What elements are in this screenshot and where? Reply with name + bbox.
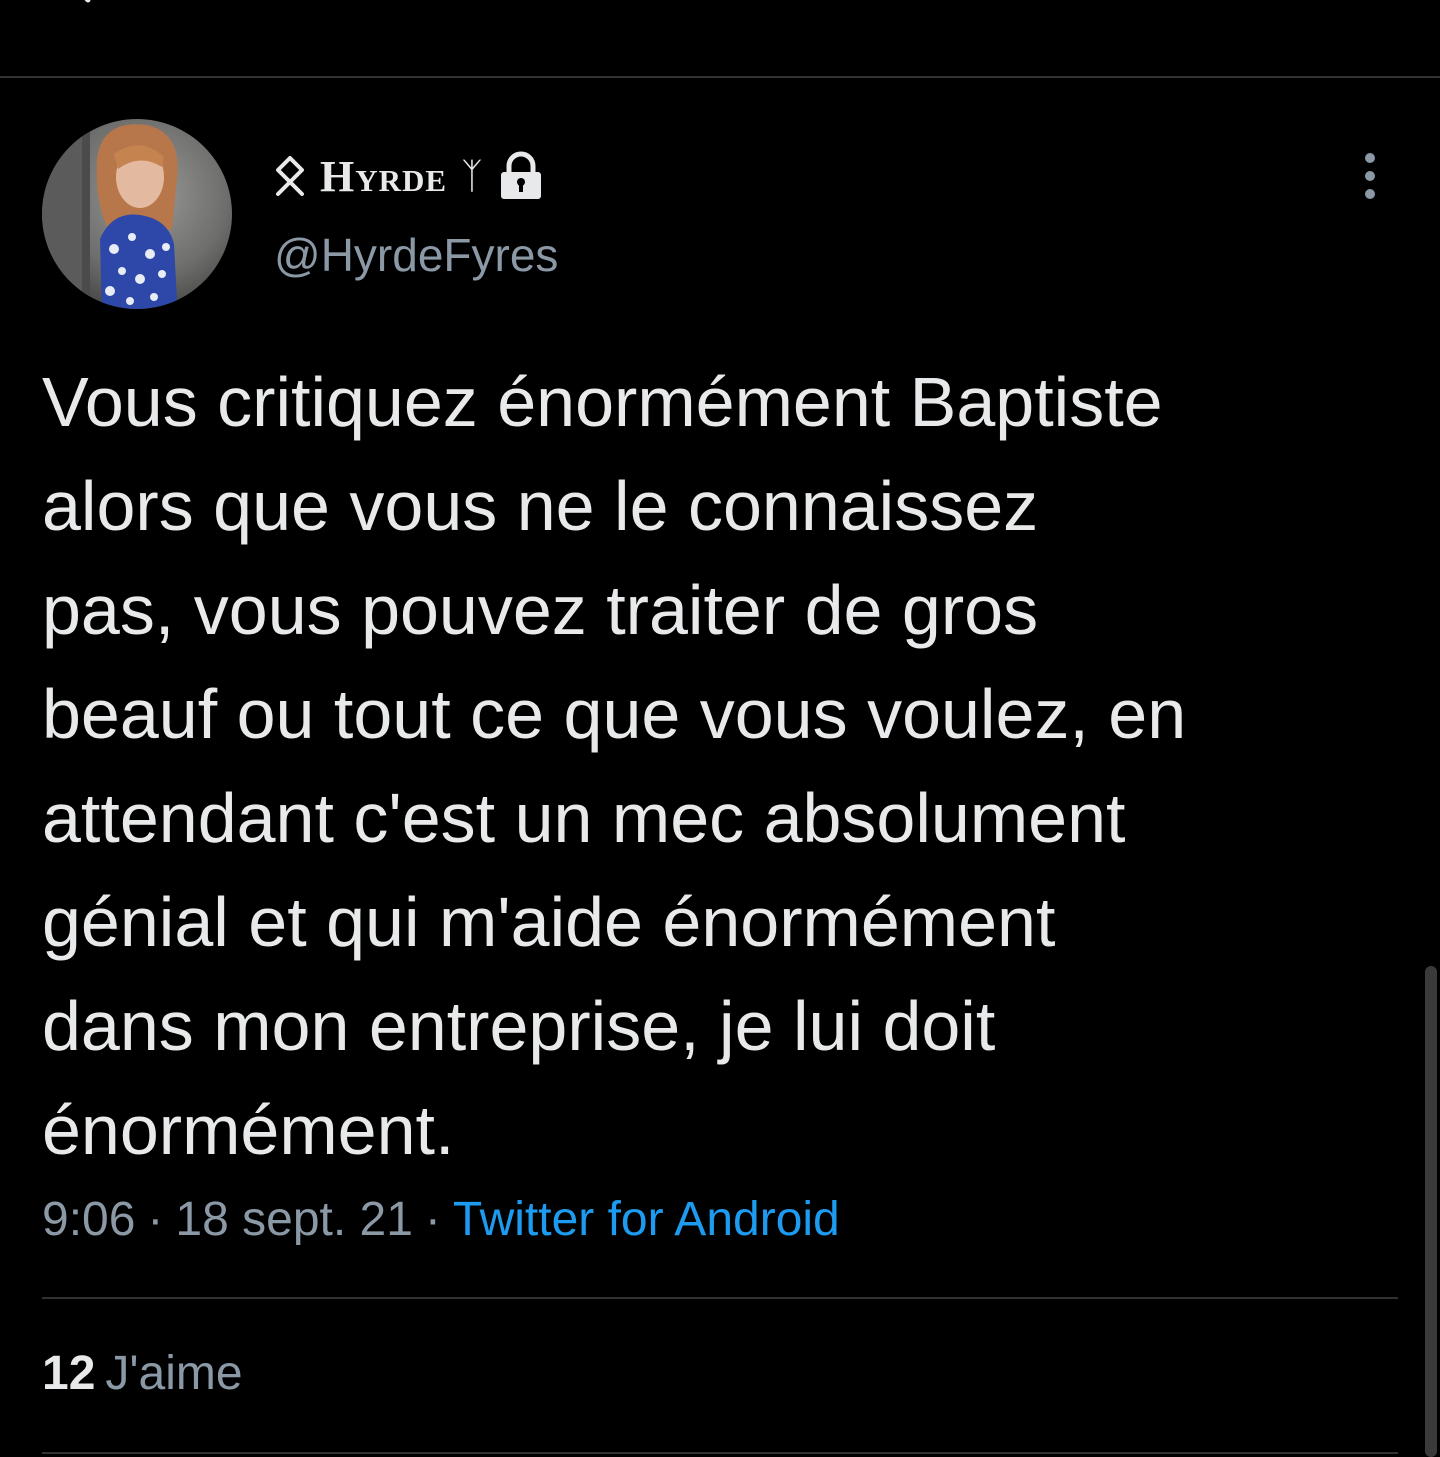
display-name: Hyrde xyxy=(320,151,448,201)
top-bar: Tweet xyxy=(0,0,1440,78)
likes-label: J'aime xyxy=(105,1347,243,1400)
page-title: Tweet xyxy=(262,0,439,8)
meta-separator: · xyxy=(147,1193,164,1246)
othala-rune-icon xyxy=(276,156,304,196)
meta-separator: · xyxy=(424,1193,441,1246)
divider xyxy=(42,1452,1398,1454)
scrollbar[interactable] xyxy=(1425,966,1437,1457)
lock-icon xyxy=(500,151,541,199)
author-name[interactable]: Hyrde ᛉ xyxy=(272,146,545,206)
likes-stat[interactable]: 12 J'aime xyxy=(42,1346,243,1401)
author-handle[interactable]: @HyrdeFyres xyxy=(274,228,558,282)
avatar-photo xyxy=(42,119,232,309)
tweet-time[interactable]: 9:06 xyxy=(42,1193,135,1246)
arrow-left-icon[interactable] xyxy=(60,0,120,12)
tweet-source-link[interactable]: Twitter for Android xyxy=(453,1193,840,1246)
tweet-date[interactable]: 18 sept. 21 xyxy=(175,1193,413,1246)
more-vertical-icon[interactable] xyxy=(1350,150,1390,202)
avatar[interactable] xyxy=(42,119,232,309)
tweet-meta: 9:06 · 18 sept. 21 · Twitter for Android xyxy=(42,1192,840,1247)
tweet-text: Vous critiquez énormément Baptiste alors… xyxy=(42,363,1187,1169)
likes-count: 12 xyxy=(42,1347,96,1400)
divider xyxy=(42,1297,1398,1299)
name-symbol: ᛉ xyxy=(461,155,483,197)
